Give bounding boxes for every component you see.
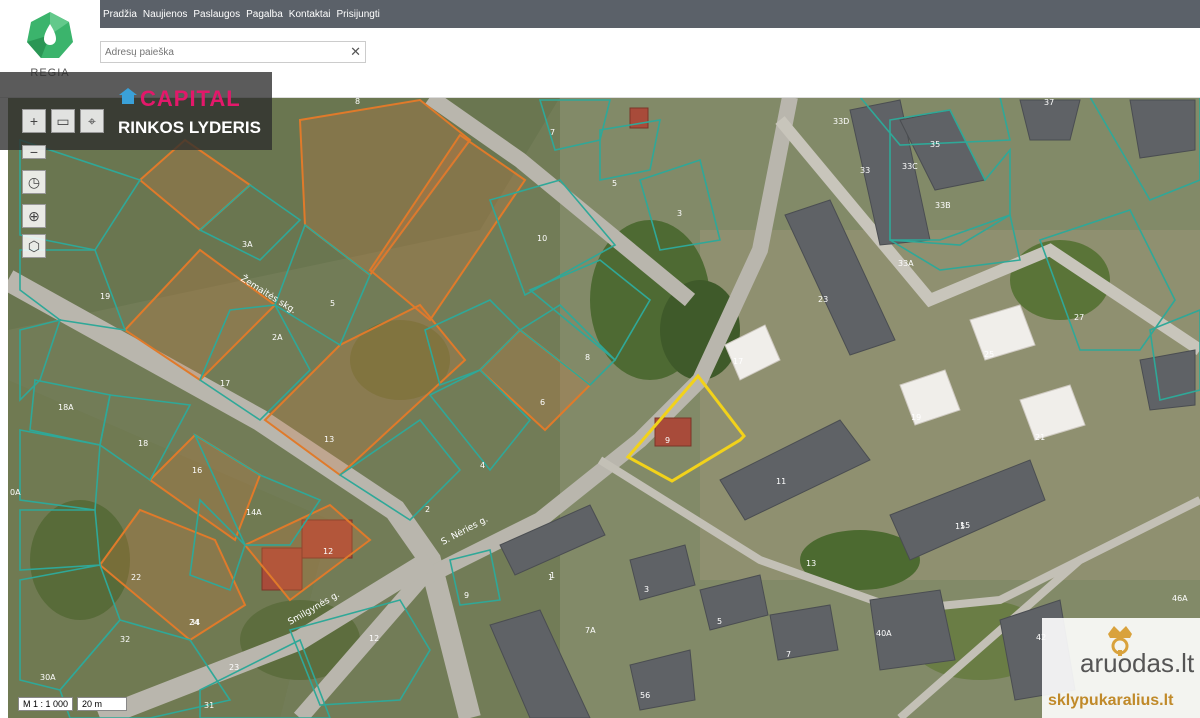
house-number: 56 [640,691,650,700]
house-number: 7A [585,626,596,635]
house-number: 3 [677,209,682,218]
house-number: 21 [1035,433,1045,442]
zoom-out-icon[interactable]: − [22,144,46,160]
address-search: ✕ [100,41,366,63]
nav-item-pradzia[interactable]: Pradžia [103,9,137,20]
house-icon [119,88,137,104]
house-number: 18 [138,439,148,448]
timer-icon[interactable]: ◷ [22,170,46,194]
house-number: 31 [204,701,214,710]
house-number: 25 [984,350,994,359]
house-number: 14A [246,508,262,517]
house-number: 22 [131,573,141,582]
house-number: 2 [425,505,430,514]
house-number: 13 [324,435,334,444]
zoom-in-icon[interactable]: + [22,109,46,133]
house-number: 0A [10,488,21,497]
nav-bar: Pradžia Naujienos Paslaugos Pagalba Kont… [100,0,1200,28]
house-number: 16 [192,466,202,475]
location-pin-icon[interactable]: ⌖ [80,109,104,133]
nav-item-pagalba[interactable]: Pagalba [246,9,283,20]
house-number: 12 [323,547,333,556]
house-number: 12 [369,634,379,643]
house-number: 8 [585,353,590,362]
nav-item-naujienos[interactable]: Naujienos [143,9,187,20]
house-number: 5 [612,179,617,188]
nav-item-paslaugos[interactable]: Paslaugos [193,9,240,20]
scale-ratio: M 1 : 1 000 [18,697,74,711]
house-number: 11 [776,477,786,486]
nav-item-kontaktai[interactable]: Kontaktai [289,9,331,20]
scale-bar: M 1 : 1 000 20 m [18,697,131,711]
house-number: 10 [537,234,547,243]
house-number: 27 [1074,313,1084,322]
house-number: 8 [355,97,360,106]
ruler-icon[interactable]: ▭ [51,109,75,133]
house-number: 33A [898,259,914,268]
house-number: 33C [902,162,918,171]
map-shape-icon[interactable]: ⬡ [22,234,46,258]
watermark-site: aruodas.lt [1080,648,1195,678]
house-number: 23 [818,295,828,304]
watermark-brand: sklypukaralius.lt [1048,692,1174,709]
house-number: 37 [1044,98,1054,107]
house-number: 33B [935,201,951,210]
house-number: 19 [100,292,110,301]
house-number: 32 [120,635,130,644]
house-number: 5 [330,299,335,308]
house-number: 7 [550,128,555,137]
banner-tagline: RINKOS LYDERIS [118,118,261,137]
house-number: 7 [786,650,791,659]
house-number: 2A [272,333,283,342]
house-number: 17 [733,357,743,366]
house-number: 4 [480,461,485,470]
house-number: 35 [930,140,940,149]
house-number: 15 [960,521,970,530]
crosshair-icon[interactable]: ⊕ [22,204,46,228]
map-svg: Žemaitės skg. S. Nėries g. Smilgynės g. … [8,97,1200,718]
house-number: 3A [242,240,253,249]
close-icon[interactable]: ✕ [350,44,361,60]
watermark: aruodas.lt sklypukaralius.lt [1042,618,1200,718]
house-number: 9 [665,436,670,445]
house-number: 13 [806,559,816,568]
house-number: 3 [644,585,649,594]
house-number: 19 [911,413,921,422]
logo-drop-icon [27,12,73,58]
house-number: 34 [190,618,200,627]
house-number: 5 [717,617,722,626]
house-number: 40A [876,629,892,638]
nav-item-prisijungti[interactable]: Prisijungti [337,9,380,20]
house-number: 46A [1172,594,1188,603]
house-number: 23 [229,663,239,672]
house-number: 18A [58,403,74,412]
house-number: 6 [540,398,545,407]
map-canvas[interactable]: Žemaitės skg. S. Nėries g. Smilgynės g. … [8,97,1200,718]
house-number: 9 [464,591,469,600]
house-number: 1 [548,573,553,582]
house-number: 33 [860,166,870,175]
house-number: 17 [220,379,230,388]
search-input[interactable] [101,42,349,63]
house-number: 30A [40,673,56,682]
house-number: 33D [833,117,849,126]
scale-length: 20 m [77,697,128,711]
banner-brand: CAPITAL [140,86,241,111]
